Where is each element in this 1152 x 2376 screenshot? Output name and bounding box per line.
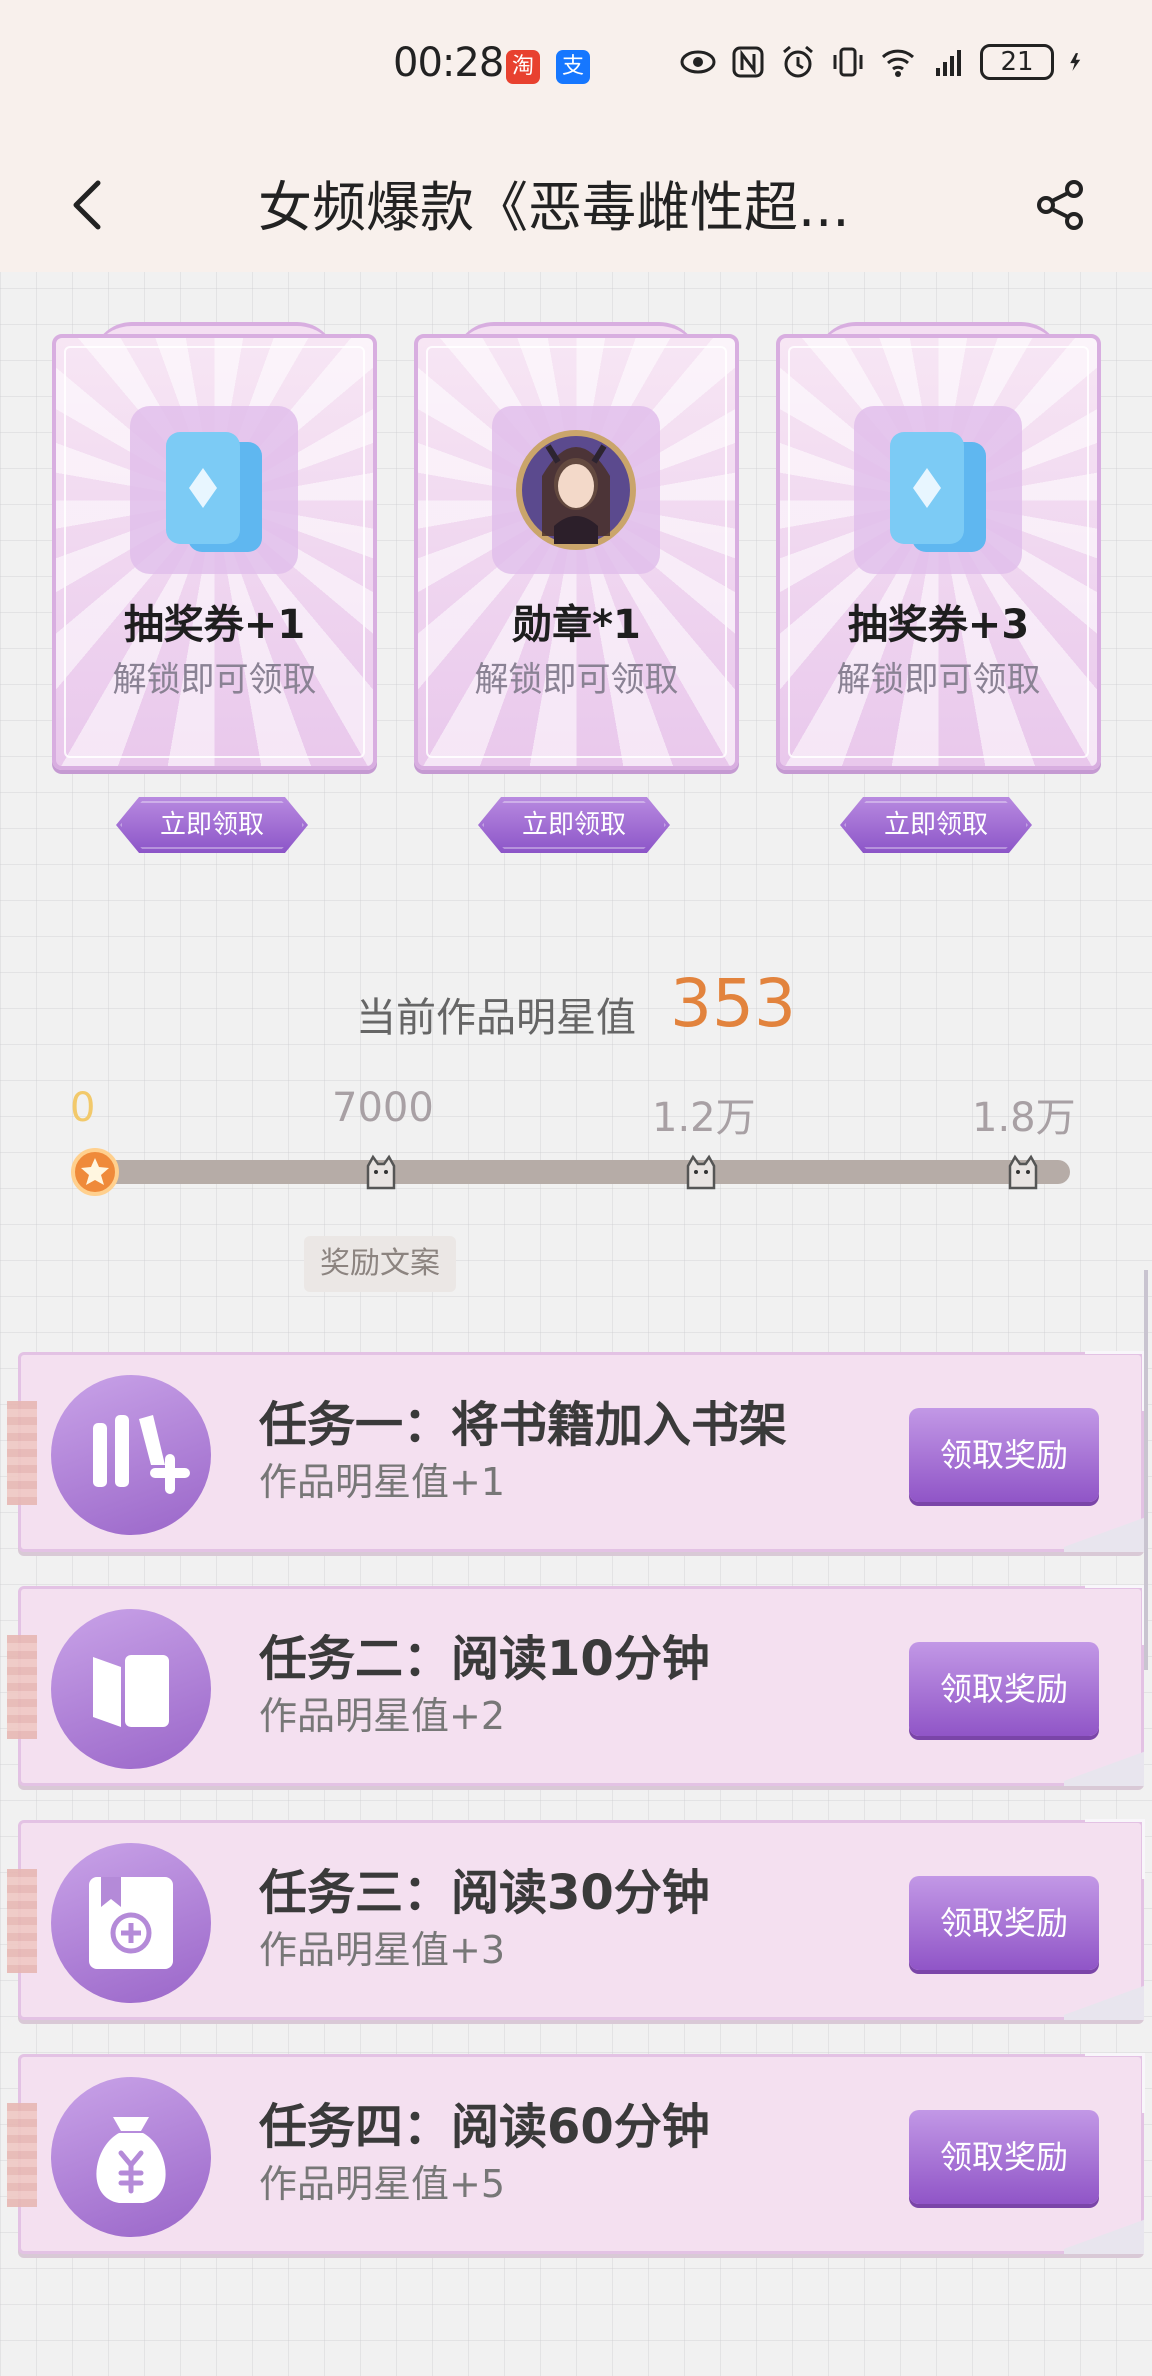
reward-subtitle: 解锁即可领取: [112, 660, 317, 700]
reward-note-tag: 奖励文案: [304, 1236, 456, 1292]
reward-card-3: 抽奖券+3 解锁即可领取: [776, 322, 1101, 770]
medal-avatar-icon: [492, 406, 660, 574]
reward-title: 抽奖券+1: [123, 602, 306, 648]
reward-subtitle: 解锁即可领取: [836, 660, 1041, 700]
battery-icon: 21: [980, 44, 1054, 80]
milestone-cat-icon: [1008, 1154, 1038, 1190]
claim-task-reward-button-3[interactable]: 领取奖励: [909, 1876, 1099, 1970]
vibrate-icon: [833, 47, 863, 77]
wifi-icon: [881, 49, 915, 77]
task-card-2: 任务二：阅读10分钟 作品明星值+2 领取奖励: [7, 1585, 1145, 1786]
task-title: 任务四：阅读60分钟: [259, 2099, 710, 2155]
reward-title: 抽奖券+3: [847, 602, 1030, 648]
task-card-3: 任务三：阅读30分钟 作品明星值+3 领取奖励: [7, 1819, 1145, 2020]
page-title: 女频爆款《恶毒雌性超...: [258, 176, 850, 239]
progress-star-icon: [71, 1148, 119, 1196]
progress-track: [78, 1160, 1070, 1184]
task-title: 任务三：阅读30分钟: [259, 1865, 710, 1921]
milestone-cat-icon: [366, 1154, 396, 1190]
nav-bar: 女频爆款《恶毒雌性超...: [0, 135, 1152, 272]
reward-subtitle: 解锁即可领取: [474, 660, 679, 700]
alipay-badge-icon: 支: [556, 50, 590, 84]
progress-tick-3: 1.8万: [972, 1095, 1076, 1141]
star-value-label: 当前作品明星值: [356, 995, 636, 1041]
task-subtitle: 作品明星值+5: [259, 2162, 506, 2206]
reward-card-1: 抽奖券+1 解锁即可领取: [52, 322, 377, 770]
progress-tick-1: 7000: [332, 1085, 434, 1131]
bookmark-add-icon: [51, 1843, 211, 2003]
share-icon[interactable]: [1030, 175, 1090, 235]
scrollbar[interactable]: [1144, 1270, 1148, 1670]
claim-task-reward-button-1[interactable]: 领取奖励: [909, 1408, 1099, 1502]
add-to-shelf-icon: [51, 1375, 211, 1535]
book-icon: [51, 1609, 211, 1769]
ticket-icon: [130, 406, 298, 574]
task-subtitle: 作品明星值+1: [259, 1460, 506, 1504]
ticket-icon: [854, 406, 1022, 574]
claim-button-3[interactable]: 立即领取: [840, 797, 1032, 853]
progress-tick-0: 0: [70, 1085, 96, 1131]
star-value: 353: [670, 965, 796, 1042]
status-icons: 21: [680, 44, 1088, 80]
task-title: 任务二：阅读10分钟: [259, 1631, 710, 1687]
reward-card-2: 勋章*1 解锁即可领取: [414, 322, 739, 770]
back-arrow-icon[interactable]: [60, 165, 120, 245]
decorative-letter-strip: [260, 263, 910, 277]
task-card-4: 任务四：阅读60分钟 作品明星值+5 领取奖励: [7, 2053, 1145, 2254]
eye-icon: [680, 50, 716, 74]
nfc-icon: [732, 46, 764, 78]
charging-icon: [1070, 53, 1081, 71]
claim-task-reward-button-2[interactable]: 领取奖励: [909, 1642, 1099, 1736]
claim-task-reward-button-4[interactable]: 领取奖励: [909, 2110, 1099, 2204]
claim-button-1[interactable]: 立即领取: [116, 797, 308, 853]
milestone-cat-icon: [686, 1154, 716, 1190]
claim-button-2[interactable]: 立即领取: [478, 797, 670, 853]
alarm-icon: [783, 45, 813, 78]
task-card-1: 任务一：将书籍加入书架 作品明星值+1 领取奖励: [7, 1351, 1145, 1552]
reward-title: 勋章*1: [512, 602, 641, 648]
taobao-badge-icon: 淘: [506, 50, 540, 84]
progress-tick-2: 1.2万: [652, 1095, 756, 1141]
money-bag-icon: [51, 2077, 211, 2237]
task-subtitle: 作品明星值+3: [259, 1928, 506, 1972]
task-subtitle: 作品明星值+2: [259, 1694, 506, 1738]
status-bar: 00:28 淘 支 21: [0, 0, 1152, 135]
signal-5g-icon: [936, 50, 961, 76]
task-title: 任务一：将书籍加入书架: [259, 1397, 788, 1453]
status-time: 00:28: [393, 40, 504, 86]
